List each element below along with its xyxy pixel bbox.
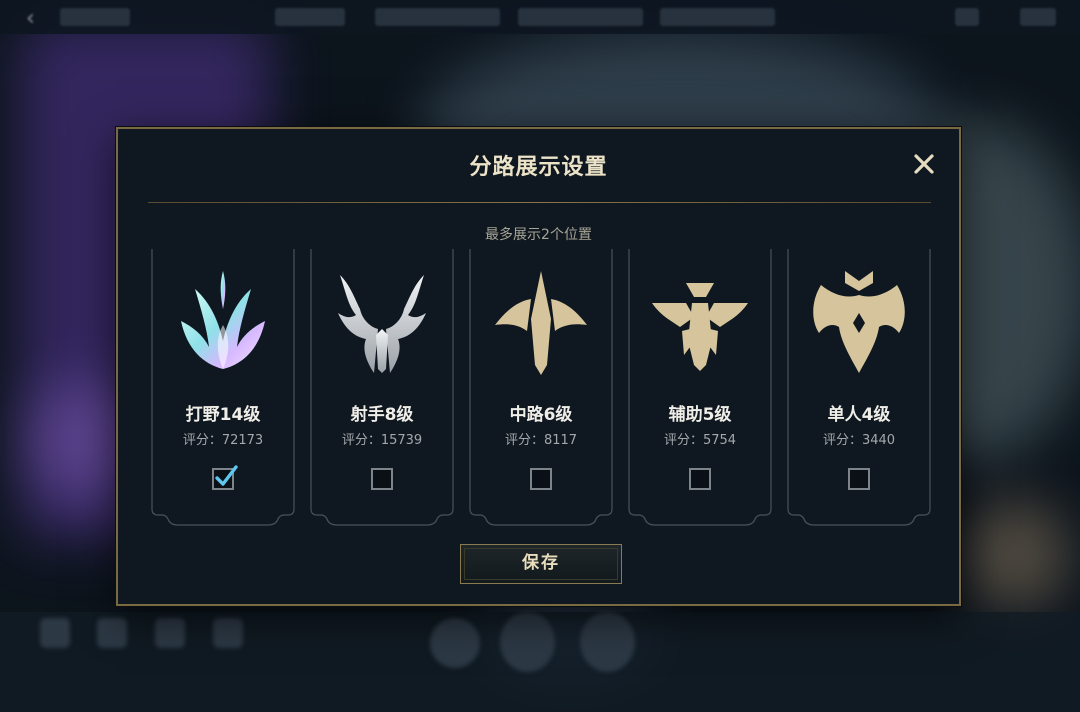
solo-lane-icon <box>813 271 905 373</box>
top-bar-pill <box>518 8 643 26</box>
role-card-solo[interactable]: 单人4级 评分：3440 <box>784 247 934 527</box>
title-divider <box>148 202 931 203</box>
role-checkbox-mid[interactable] <box>530 468 552 490</box>
role-card-mid[interactable]: 中路6级 评分：8117 <box>466 247 616 527</box>
mid-lane-icon <box>495 271 587 375</box>
modal-title: 分路展示设置 <box>469 155 608 180</box>
role-score: 评分：3440 <box>822 433 896 448</box>
role-score: 评分：72173 <box>182 433 264 448</box>
bottom-icon <box>97 618 127 648</box>
bottom-icon <box>155 618 185 648</box>
top-bar-pill <box>60 8 130 26</box>
role-score: 评分：5754 <box>663 433 737 448</box>
role-checkbox-jungle[interactable] <box>212 465 238 490</box>
role-card-jungle[interactable]: 打野14级 评分：72173 <box>148 247 298 527</box>
back-arrow-icon[interactable]: ‹ <box>26 6 35 31</box>
top-bar-pill <box>660 8 775 26</box>
top-bar-pill <box>275 8 345 26</box>
top-bar-pill <box>1020 8 1056 26</box>
top-bar-pill <box>375 8 500 26</box>
support-icon <box>652 283 748 371</box>
role-score: 评分：15739 <box>341 433 423 448</box>
role-level: 中路6级 <box>509 405 573 425</box>
role-level: 辅助5级 <box>668 405 732 425</box>
role-level: 单人4级 <box>827 405 891 425</box>
role-score: 评分：8117 <box>504 433 578 448</box>
role-level: 射手8级 <box>350 405 414 425</box>
checkmark-icon <box>215 465 238 486</box>
max-positions-hint: 最多展示2个位置 <box>485 227 592 243</box>
role-checkbox-marksman[interactable] <box>371 468 393 490</box>
role-card-marksman[interactable]: 射手8级 评分：15739 <box>307 247 457 527</box>
bottom-icon <box>500 612 555 672</box>
bottom-icon <box>40 618 70 648</box>
close-icon[interactable] <box>913 153 935 175</box>
marksman-icon <box>338 275 426 373</box>
role-card-support[interactable]: 辅助5级 评分：5754 <box>625 247 775 527</box>
role-level: 打野14级 <box>185 405 261 425</box>
bottom-icon <box>213 618 243 648</box>
role-checkbox-solo[interactable] <box>848 468 870 490</box>
role-card-list: 打野14级 评分：72173 射手8级 评分：15739 中路6级 评分：811… <box>148 247 938 529</box>
jungle-claw-icon <box>181 271 265 369</box>
bottom-icon <box>430 618 480 668</box>
save-button[interactable]: 保存 <box>460 544 622 584</box>
bottom-icon <box>580 612 635 672</box>
role-checkbox-support[interactable] <box>689 468 711 490</box>
lane-display-settings-modal: 分路展示设置 最多展示2个位置 打野14级 评分：72173 射手8级 评分：1… <box>116 127 961 606</box>
top-bar-pill <box>955 8 979 26</box>
background-glow <box>960 500 1070 610</box>
